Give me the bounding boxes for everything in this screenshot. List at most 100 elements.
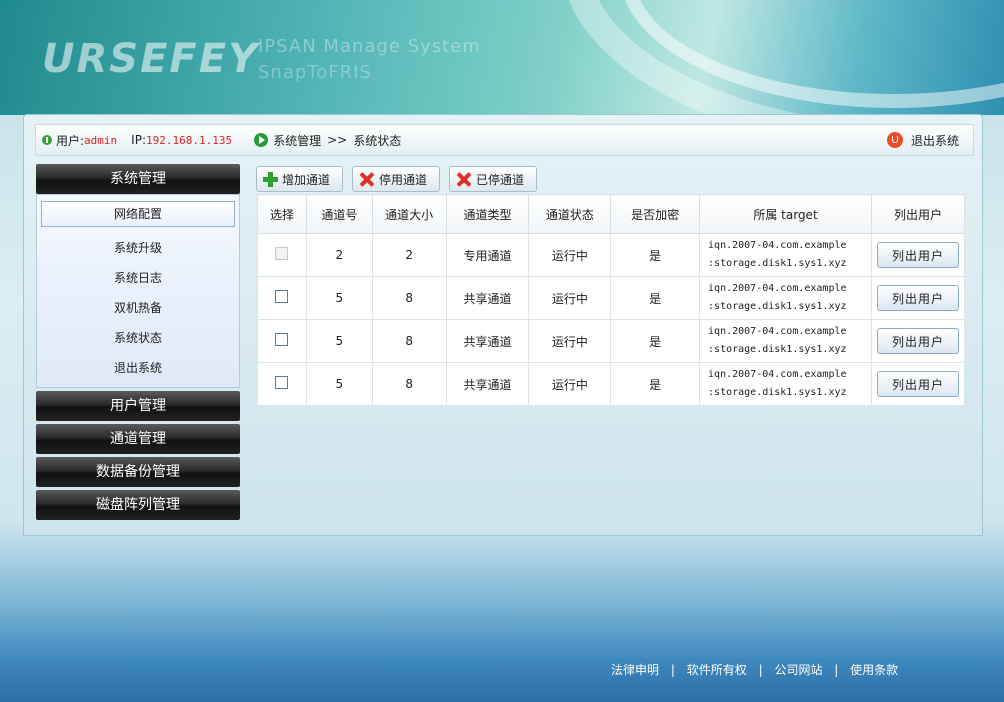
- column-header-channel-status: 通道状态: [528, 194, 612, 234]
- stopped-channels-label: 已停通道: [476, 172, 525, 187]
- x-icon: [359, 172, 374, 187]
- list-users-cell: 列出用户: [870, 362, 966, 406]
- column-header-channel-no: 通道号: [305, 194, 373, 234]
- channel-toolbar: 增加通道 停用通道 已停通道: [256, 166, 538, 192]
- list-users-cell: 列出用户: [870, 233, 966, 277]
- add-channel-label: 增加通道: [282, 172, 331, 187]
- sidebar-item-system-status[interactable]: 系统状态: [41, 323, 235, 353]
- sidebar-item-system-upgrade[interactable]: 系统升级: [41, 233, 235, 263]
- footer-legal-link[interactable]: 法律申明: [611, 663, 659, 677]
- channel-no-cell: 5: [305, 362, 373, 406]
- disable-channel-label: 停用通道: [379, 172, 428, 187]
- channel-type-cell: 共享通道: [445, 362, 530, 406]
- channel-status-cell: 运行中: [528, 233, 612, 277]
- logout-label: 退出系统: [910, 133, 959, 148]
- ip-label: IP:: [131, 133, 146, 147]
- stopped-channels-button[interactable]: 已停通道: [449, 166, 538, 192]
- channel-no-cell: 5: [305, 319, 373, 363]
- encrypted-cell: 是: [610, 319, 701, 363]
- footer-separator: |: [670, 663, 675, 677]
- breadcrumb-page: 系统状态: [353, 133, 402, 148]
- target-line-1: iqn.2007-04.com.example: [708, 369, 847, 380]
- disable-channel-button[interactable]: 停用通道: [352, 166, 441, 192]
- footer-terms-link[interactable]: 使用条款: [850, 663, 898, 677]
- menu-system-management[interactable]: 系统管理: [36, 164, 240, 194]
- row-checkbox[interactable]: [275, 290, 289, 303]
- column-header-channel-size: 通道大小: [371, 194, 447, 234]
- list-users-button[interactable]: 列出用户: [876, 285, 959, 311]
- banner-subtitle-2: SnapToFRIS: [258, 62, 372, 83]
- select-cell: [257, 233, 307, 277]
- add-channel-button[interactable]: 增加通道: [256, 166, 344, 192]
- menu-channel-management[interactable]: 通道管理: [36, 424, 240, 454]
- sidebar: 系统管理 网络配置 系统升级 系统日志 双机热备 系统状态 退出系统 用户管理 …: [36, 164, 240, 523]
- menu-user-management[interactable]: 用户管理: [36, 391, 240, 421]
- status-bar: 用户: admin IP: 192.168.1.135 系统管理 >> 系统状态…: [35, 124, 974, 156]
- list-users-button[interactable]: 列出用户: [876, 242, 959, 268]
- menu-data-backup[interactable]: 数据备份管理: [36, 457, 240, 487]
- target-cell: iqn.2007-04.com.example :storage.disk1.sy…: [699, 319, 872, 363]
- x-icon: [456, 172, 471, 187]
- list-users-button[interactable]: 列出用户: [876, 328, 959, 354]
- footer-company-site-link[interactable]: 公司网站: [774, 663, 822, 677]
- list-users-cell: 列出用户: [870, 319, 966, 363]
- power-icon: [886, 132, 903, 148]
- sidebar-item-dual-hot-standby[interactable]: 双机热备: [41, 293, 235, 323]
- table-row: 5 8 共享通道 运行中 是 iqn.2007-04.com.example :s…: [257, 362, 966, 406]
- plus-icon: [263, 172, 278, 187]
- sidebar-item-exit-system[interactable]: 退出系统: [41, 353, 235, 383]
- user-label: 用户:: [56, 133, 85, 148]
- logout-button[interactable]: 退出系统: [886, 132, 959, 149]
- list-users-cell: 列出用户: [870, 276, 966, 320]
- footer-copyright-link[interactable]: 软件所有权: [687, 663, 747, 677]
- channel-type-cell: 共享通道: [445, 276, 530, 320]
- row-checkbox[interactable]: [275, 333, 289, 346]
- sidebar-item-network-config[interactable]: 网络配置: [41, 201, 235, 227]
- target-line-2: :storage.disk1.sys1.xyz: [708, 301, 847, 312]
- menu-raid-management[interactable]: 磁盘阵列管理: [36, 490, 240, 520]
- channel-no-cell: 5: [305, 276, 373, 320]
- brand-logo: URSEFEY: [42, 36, 260, 82]
- channel-status-cell: 运行中: [528, 319, 612, 363]
- channel-size-cell: 8: [371, 276, 447, 320]
- footer-links: 法律申明 | 软件所有权 | 公司网站 | 使用条款: [611, 661, 898, 678]
- target-line-2: :storage.disk1.sys1.xyz: [708, 387, 847, 398]
- channel-no-cell: 2: [305, 233, 373, 277]
- column-header-target: 所属 target: [699, 194, 872, 234]
- encrypted-cell: 是: [610, 276, 701, 320]
- channel-size-cell: 8: [371, 319, 447, 363]
- system-submenu: 网络配置 系统升级 系统日志 双机热备 系统状态 退出系统: [36, 194, 240, 388]
- channel-status-cell: 运行中: [528, 362, 612, 406]
- target-cell: iqn.2007-04.com.example :storage.disk1.sy…: [699, 276, 872, 320]
- encrypted-cell: 是: [610, 362, 701, 406]
- breadcrumb-section[interactable]: 系统管理: [273, 132, 321, 149]
- channel-status-cell: 运行中: [528, 276, 612, 320]
- table-row: 5 8 共享通道 运行中 是 iqn.2007-04.com.example :s…: [257, 319, 966, 363]
- channel-size-cell: 8: [371, 362, 447, 406]
- column-header-channel-type: 通道类型: [445, 194, 530, 234]
- footer-separator: |: [758, 663, 763, 677]
- channel-type-cell: 共享通道: [445, 319, 530, 363]
- target-line-2: :storage.disk1.sys1.xyz: [708, 344, 847, 355]
- sidebar-item-system-log[interactable]: 系统日志: [41, 263, 235, 293]
- table-row: 2 2 专用通道 运行中 是 iqn.2007-04.com.example:s…: [257, 233, 966, 277]
- column-header-list-users: 列出用户: [870, 194, 966, 234]
- target-cell: iqn.2007-04.com.example:storage.disk1.sy…: [699, 233, 872, 277]
- column-header-encrypted: 是否加密: [610, 194, 701, 234]
- user-info-icon: [42, 135, 52, 145]
- target-line-1: iqn.2007-04.com.example: [708, 326, 847, 337]
- header-banner: URSEFEY IPSAN Manage System SnapToFRIS: [0, 0, 1004, 115]
- column-header-select: 选择: [257, 194, 307, 234]
- target-line-1: iqn.2007-04.com.example: [708, 283, 847, 294]
- target-line-1: iqn.2007-04.com.example: [708, 240, 847, 251]
- encrypted-cell: 是: [610, 233, 701, 277]
- select-cell: [257, 362, 307, 406]
- list-users-button[interactable]: 列出用户: [876, 371, 959, 397]
- row-checkbox: [275, 247, 289, 260]
- banner-subtitle: IPSAN Manage System: [258, 36, 481, 57]
- footer-separator: |: [834, 663, 839, 677]
- channel-size-cell: 2: [371, 233, 447, 277]
- row-checkbox[interactable]: [275, 376, 289, 389]
- breadcrumb-separator: >>: [327, 133, 348, 147]
- channel-type-cell: 专用通道: [445, 233, 530, 277]
